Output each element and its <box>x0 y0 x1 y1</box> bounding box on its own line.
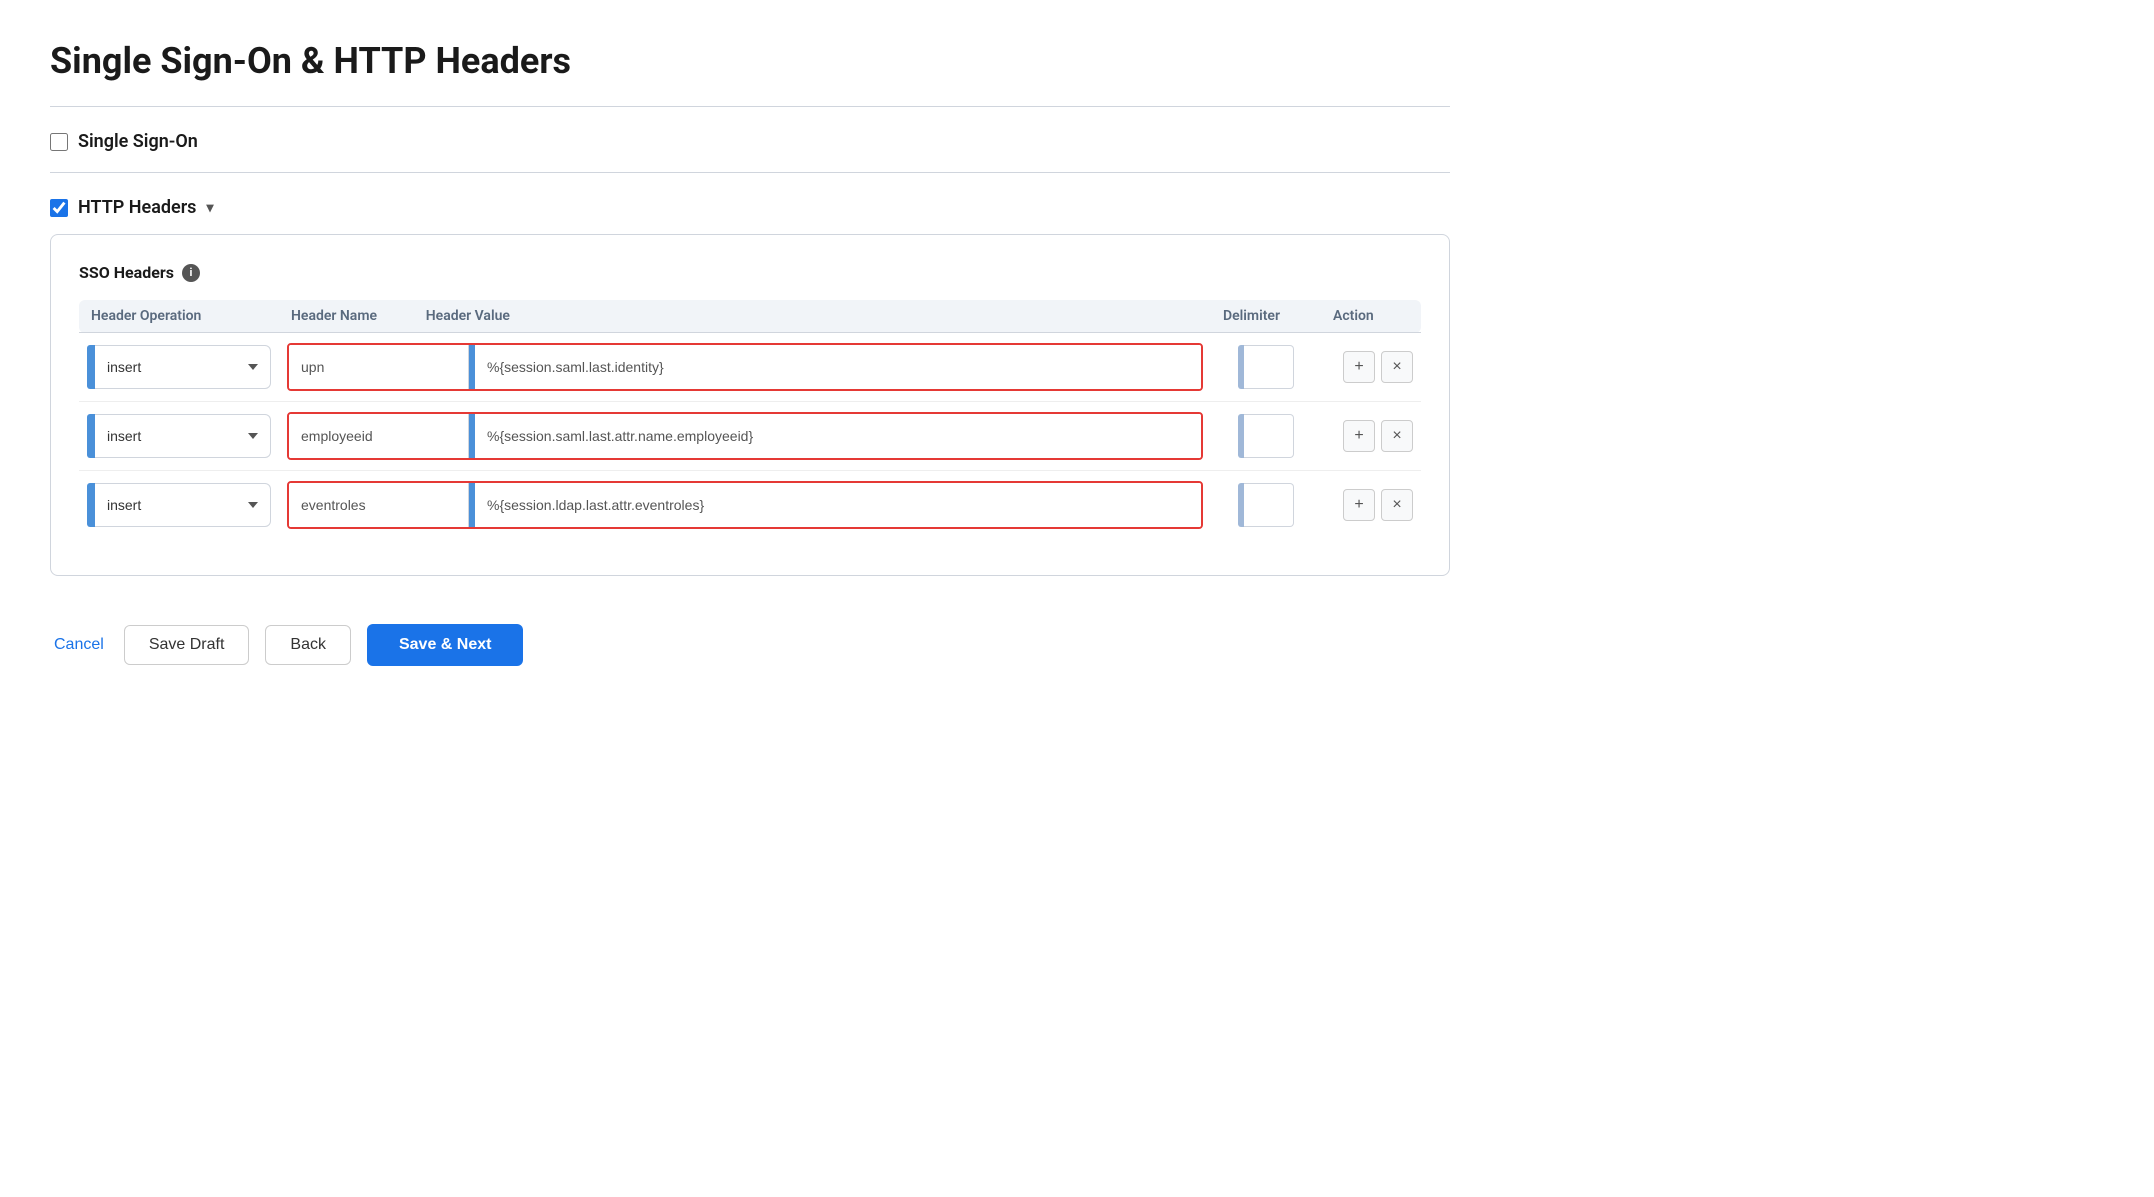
name-value-wrapper-0 <box>287 343 1203 391</box>
col-header-delimiter: Delimiter <box>1211 300 1321 333</box>
delimiter-input-wrapper-0 <box>1219 345 1313 389</box>
delimiter-input-0[interactable] <box>1244 345 1294 389</box>
delimiter-input-1[interactable] <box>1244 414 1294 458</box>
http-headers-chevron-icon[interactable]: ▾ <box>206 200 213 216</box>
name-value-cell-1 <box>279 402 1211 471</box>
footer-buttons: Cancel Save Draft Back Save & Next <box>50 624 1450 666</box>
operation-select-wrapper: insertreplacedelete <box>87 483 271 527</box>
action-cell-0: + × <box>1321 333 1421 402</box>
name-value-wrapper-1 <box>287 412 1203 460</box>
header-name-input-2[interactable] <box>289 483 469 527</box>
http-headers-checkbox[interactable] <box>50 199 68 217</box>
sso-headers-info-icon[interactable]: i <box>182 264 200 282</box>
col-header-name-value: Header Name Header Value <box>279 300 1211 333</box>
col-header-name-text: Header Name <box>291 308 377 324</box>
remove-row-button-0[interactable]: × <box>1381 351 1413 383</box>
action-cell-2: + × <box>1321 471 1421 540</box>
operation-bar-icon <box>87 483 95 527</box>
col-header-action: Action <box>1321 300 1421 333</box>
sso-headers-title-text: SSO Headers <box>79 263 174 282</box>
delimiter-cell-1 <box>1211 402 1321 471</box>
delimiter-cell-0 <box>1211 333 1321 402</box>
operation-select-0[interactable]: insertreplacedelete <box>95 345 271 389</box>
header-name-input-0[interactable] <box>289 345 469 389</box>
http-headers-label[interactable]: HTTP Headers ▾ <box>50 197 1450 218</box>
action-buttons-1: + × <box>1329 420 1413 452</box>
col-header-operation: Header Operation <box>79 300 279 333</box>
table-row: insertreplacedelete + × <box>79 471 1421 540</box>
header-value-input-2[interactable] <box>475 483 1201 527</box>
cancel-button[interactable]: Cancel <box>50 626 108 664</box>
operation-select-wrapper: insertreplacedelete <box>87 345 271 389</box>
http-headers-label-text: HTTP Headers <box>78 197 196 218</box>
action-cell-1: + × <box>1321 402 1421 471</box>
table-row: insertreplacedelete + × <box>79 402 1421 471</box>
delimiter-input-wrapper-2 <box>1219 483 1313 527</box>
name-value-wrapper-2 <box>287 481 1203 529</box>
remove-row-button-2[interactable]: × <box>1381 489 1413 521</box>
header-name-input-1[interactable] <box>289 414 469 458</box>
headers-card: SSO Headers i Header Operation Header Na… <box>50 234 1450 576</box>
back-button[interactable]: Back <box>265 625 351 665</box>
header-value-input-0[interactable] <box>475 345 1201 389</box>
operation-select-1[interactable]: insertreplacedelete <box>95 414 271 458</box>
operation-cell-0: insertreplacedelete <box>79 333 279 402</box>
table-row: insertreplacedelete + × <box>79 333 1421 402</box>
action-buttons-2: + × <box>1329 489 1413 521</box>
headers-table: Header Operation Header Name Header Valu… <box>79 300 1421 539</box>
sso-section: Single Sign-On <box>50 131 1450 152</box>
operation-select-2[interactable]: insertreplacedelete <box>95 483 271 527</box>
sso-headers-title: SSO Headers i <box>79 263 1421 282</box>
page-title: Single Sign-On & HTTP Headers <box>50 40 1450 82</box>
save-next-button[interactable]: Save & Next <box>367 624 524 666</box>
name-value-cell-0 <box>279 333 1211 402</box>
sso-checkbox[interactable] <box>50 133 68 151</box>
remove-row-button-1[interactable]: × <box>1381 420 1413 452</box>
add-row-button-1[interactable]: + <box>1343 420 1375 452</box>
operation-bar-icon <box>87 345 95 389</box>
operation-select-wrapper: insertreplacedelete <box>87 414 271 458</box>
name-value-cell-2 <box>279 471 1211 540</box>
save-draft-button[interactable]: Save Draft <box>124 625 250 665</box>
operation-cell-2: insertreplacedelete <box>79 471 279 540</box>
operation-bar-icon <box>87 414 95 458</box>
delimiter-input-2[interactable] <box>1244 483 1294 527</box>
divider-middle <box>50 172 1450 173</box>
delimiter-cell-2 <box>1211 471 1321 540</box>
add-row-button-2[interactable]: + <box>1343 489 1375 521</box>
action-buttons-0: + × <box>1329 351 1413 383</box>
sso-label[interactable]: Single Sign-On <box>50 131 1450 152</box>
header-value-input-1[interactable] <box>475 414 1201 458</box>
http-headers-section: HTTP Headers ▾ SSO Headers i Header Oper… <box>50 197 1450 576</box>
add-row-button-0[interactable]: + <box>1343 351 1375 383</box>
delimiter-input-wrapper-1 <box>1219 414 1313 458</box>
sso-label-text: Single Sign-On <box>78 131 198 152</box>
col-header-value-text: Header Value <box>426 308 510 324</box>
divider-top <box>50 106 1450 107</box>
operation-cell-1: insertreplacedelete <box>79 402 279 471</box>
